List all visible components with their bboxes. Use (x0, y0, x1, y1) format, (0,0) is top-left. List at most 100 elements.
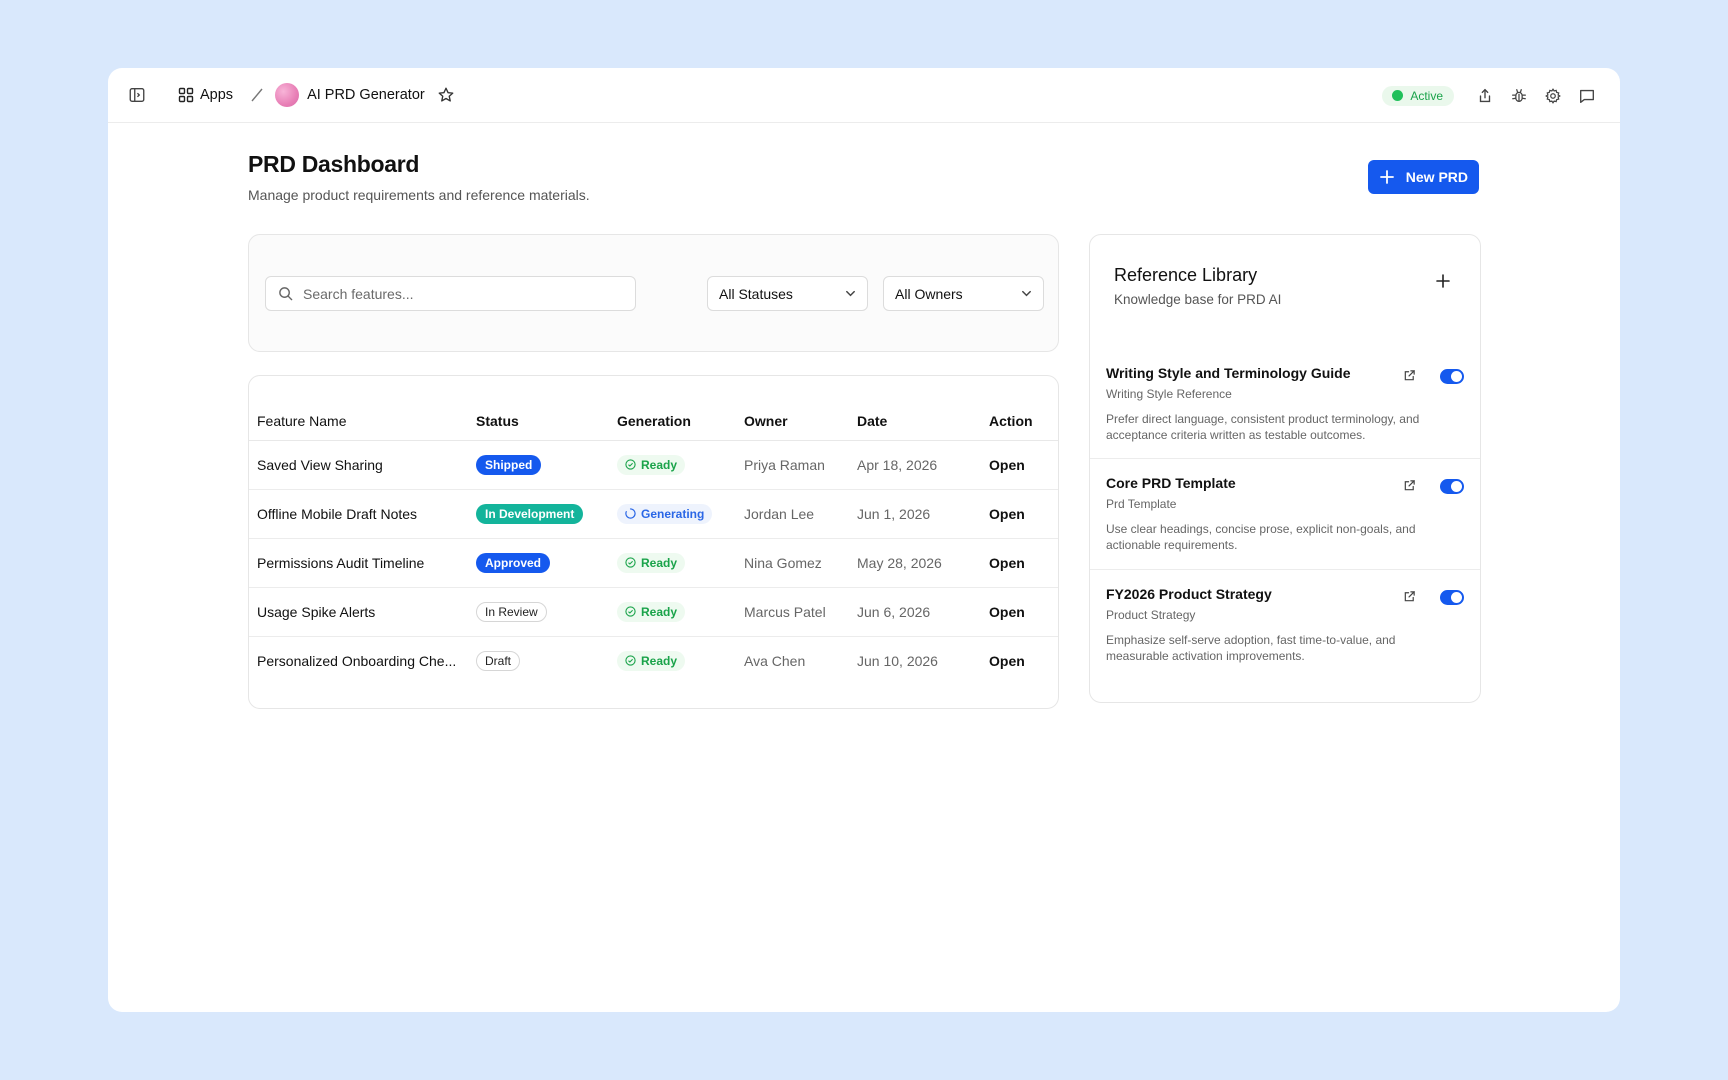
feature-name[interactable]: Offline Mobile Draft Notes (249, 489, 476, 539)
col-header-owner[interactable]: Owner (744, 402, 857, 441)
owner-filter-value: All Owners (895, 285, 963, 302)
external-link-icon[interactable] (1403, 590, 1416, 603)
status-filter-value: All Statuses (719, 285, 793, 302)
table-row[interactable]: Permissions Audit Timeline Approved Read… (249, 538, 1058, 588)
date: Apr 18, 2026 (857, 440, 989, 490)
status-filter-select[interactable]: All Statuses (707, 276, 868, 311)
comment-icon[interactable] (1576, 85, 1598, 107)
reference-type: Product Strategy (1106, 608, 1196, 622)
feature-name[interactable]: Personalized Onboarding Che... (249, 636, 476, 685)
status-badge: Active (1382, 85, 1454, 106)
owner: Priya Raman (744, 440, 857, 490)
search-icon (279, 287, 293, 301)
owner: Ava Chen (744, 652, 806, 669)
generation-badge: Ready (617, 601, 686, 622)
gear-icon[interactable] (1542, 85, 1564, 107)
reference-item: Core PRD Template Prd Template Use clear… (1090, 475, 1480, 570)
owner-filter-select[interactable]: All Owners (883, 276, 1044, 311)
check-circle-icon (625, 557, 636, 568)
check-circle-icon (625, 655, 636, 666)
col-header-feature-name[interactable]: Feature Name (249, 402, 476, 441)
open-link[interactable]: Open (989, 636, 1058, 685)
feature-name[interactable]: Saved View Sharing (249, 440, 476, 490)
reference-type: Prd Template (1106, 497, 1177, 511)
filters-card: All Statuses All Owners (248, 234, 1059, 352)
share-icon[interactable] (1474, 85, 1496, 107)
generation-badge: Ready (617, 552, 686, 573)
owner: Marcus Patel (744, 587, 857, 637)
generation-badge: Generating (617, 503, 713, 524)
bug-icon[interactable] (1508, 85, 1530, 107)
enable-toggle[interactable] (1440, 479, 1464, 494)
app-avatar (275, 83, 300, 107)
page-subtitle: Manage product requirements and referenc… (248, 187, 590, 203)
plus-icon (1379, 170, 1394, 184)
apps-label: Apps (200, 87, 234, 103)
date: Jun 10, 2026 (857, 652, 938, 669)
library-subtitle: Knowledge base for PRD AI (1114, 292, 1282, 307)
breadcrumb-apps[interactable]: Apps (178, 87, 233, 103)
search-box[interactable] (265, 276, 636, 311)
chevron-down-icon (1022, 290, 1031, 297)
open-link[interactable]: Open (989, 440, 1058, 490)
enable-toggle[interactable] (1440, 590, 1464, 605)
spinner-icon (625, 508, 636, 519)
new-prd-button[interactable]: New PRD (1367, 160, 1479, 194)
reference-description: Prefer direct language, consistent produ… (1106, 412, 1420, 442)
col-header-status[interactable]: Status (476, 402, 617, 441)
features-table-card: Feature Name Status Generation Owner Dat… (248, 375, 1059, 709)
open-link[interactable]: Open (989, 489, 1058, 539)
enable-toggle[interactable] (1440, 369, 1464, 384)
library-title: Reference Library (1114, 265, 1258, 285)
reference-title: FY2026 Product Strategy (1106, 586, 1272, 602)
table-row[interactable]: Personalized Onboarding Che... Draft Rea… (249, 636, 1058, 685)
owner: Jordan Lee (744, 489, 857, 539)
star-icon[interactable] (435, 84, 457, 106)
features-table: Feature Name Status Generation Owner Dat… (249, 402, 1058, 685)
new-prd-label: New PRD (1405, 169, 1468, 185)
reference-type: Writing Style Reference (1106, 387, 1232, 401)
reference-title: Writing Style and Terminology Guide (1106, 365, 1351, 381)
status-badge: Draft (476, 650, 521, 671)
table-header-row: Feature Name Status Generation Owner Dat… (249, 402, 1058, 441)
check-circle-icon (625, 606, 636, 617)
search-input[interactable] (303, 285, 603, 302)
reference-item: Writing Style and Terminology Guide Writ… (1090, 365, 1480, 459)
external-link-icon[interactable] (1403, 479, 1416, 492)
status-badge: Shipped (476, 454, 542, 475)
generation-label: Ready (641, 604, 678, 619)
add-reference-button[interactable] (1436, 274, 1450, 288)
sidebar-toggle-icon[interactable] (126, 84, 148, 106)
feature-name[interactable]: Permissions Audit Timeline (249, 538, 476, 588)
date: Jun 6, 2026 (857, 587, 989, 637)
page-header: PRD Dashboard Manage product requirement… (248, 151, 1479, 203)
apps-grid-icon (178, 87, 194, 103)
open-link[interactable]: Open (989, 587, 1058, 637)
open-link[interactable]: Open (989, 538, 1058, 588)
feature-name[interactable]: Usage Spike Alerts (249, 587, 476, 637)
reference-library-card: Reference Library Knowledge base for PRD… (1089, 234, 1481, 703)
plus-icon (1436, 274, 1450, 288)
col-header-action: Action (989, 402, 1058, 441)
app-name[interactable]: AI PRD Generator (307, 87, 425, 103)
status-badge: In Development (476, 503, 584, 524)
table-row[interactable]: Offline Mobile Draft Notes In Developmen… (249, 489, 1058, 539)
top-bar: Apps AI PRD Generator Active (108, 68, 1620, 123)
reference-description: Emphasize self-serve adoption, fast time… (1106, 633, 1396, 663)
date: Jun 1, 2026 (857, 489, 989, 539)
col-header-date[interactable]: Date (857, 402, 989, 441)
status-badge: Approved (476, 552, 551, 573)
generation-label: Ready (641, 457, 678, 472)
status-dot (1392, 90, 1404, 101)
table-row[interactable]: Usage Spike Alerts In Review Ready Marcu… (249, 587, 1058, 637)
reference-item: FY2026 Product Strategy Product Strategy… (1090, 586, 1480, 681)
chevron-down-icon (846, 290, 855, 297)
external-link-icon[interactable] (1403, 369, 1416, 382)
date: May 28, 2026 (857, 538, 989, 588)
status-label: Active (1410, 88, 1443, 103)
col-header-generation[interactable]: Generation (617, 402, 744, 441)
table-row[interactable]: Saved View Sharing Shipped Ready Priya R… (249, 440, 1058, 490)
generation-label: Generating (641, 506, 705, 521)
topbar-actions: Active (1382, 68, 1598, 123)
check-circle-icon (625, 459, 636, 470)
